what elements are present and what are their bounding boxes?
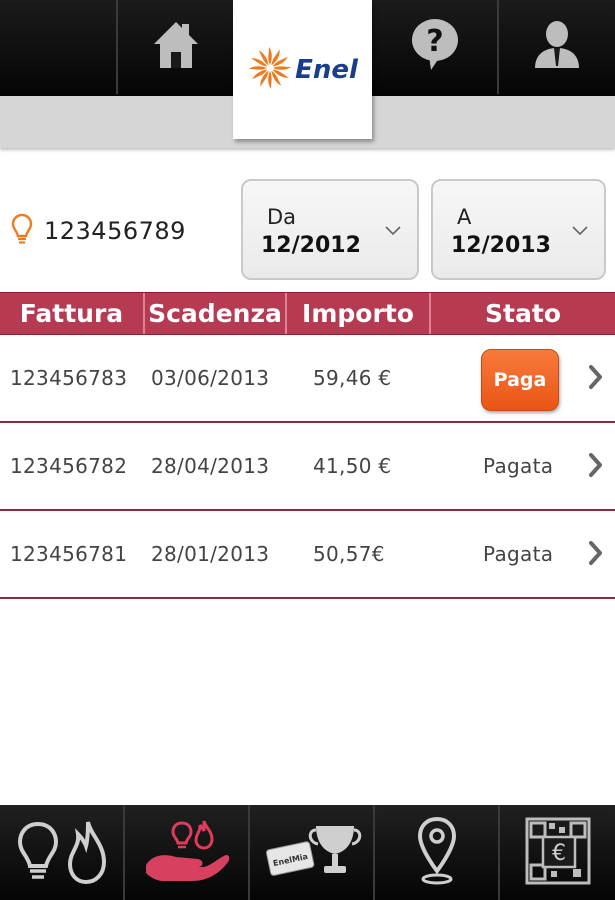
chevron-down-icon <box>385 221 401 240</box>
due-date: 03/06/2013 <box>151 366 270 390</box>
amount: 50,57€ <box>313 542 385 566</box>
table-row[interactable]: 123456781 28/01/2013 50,57€ Pagata <box>0 511 615 599</box>
nav-energy-services-button[interactable] <box>125 805 248 900</box>
supply-number: 123456789 <box>44 217 186 245</box>
status-text: Pagata <box>483 542 554 566</box>
qr-euro-icon: € <box>523 815 593 891</box>
date-from-dropdown[interactable]: Da 12/2012 <box>241 179 419 280</box>
enel-sun-icon <box>247 45 293 95</box>
chevron-right-icon[interactable] <box>588 540 604 570</box>
user-profile-icon <box>531 20 583 74</box>
enelmia-trophy-icon: EnelMia <box>262 818 362 888</box>
due-date: 28/04/2013 <box>151 454 270 478</box>
date-to-dropdown[interactable]: A 12/2013 <box>431 179 606 280</box>
amount: 59,46 € <box>313 366 392 390</box>
date-to-label: A <box>457 205 472 229</box>
nav-locator-button[interactable] <box>375 805 498 900</box>
status-text: Pagata <box>483 454 554 478</box>
column-header-stato: Stato <box>485 299 561 328</box>
table-row[interactable]: 123456782 28/04/2013 41,50 € Pagata <box>0 423 615 511</box>
bulb-and-flame-icon <box>12 816 112 890</box>
table-header: Fattura Scadenza Importo Stato <box>0 292 615 335</box>
invoice-number: 123456781 <box>10 542 128 566</box>
date-to-value: 12/2013 <box>451 233 551 258</box>
date-from-value: 12/2012 <box>261 233 361 258</box>
amount: 41,50 € <box>313 454 392 478</box>
hand-energy-icon <box>142 817 232 889</box>
due-date: 28/01/2013 <box>151 542 270 566</box>
help-bubble-icon: ? <box>409 18 461 76</box>
svg-text:?: ? <box>426 24 443 59</box>
enel-logo-text: Enel <box>295 54 358 85</box>
supply-selector[interactable]: 123456789 <box>10 212 186 250</box>
location-pin-icon <box>415 815 459 891</box>
chevron-right-icon[interactable] <box>588 452 604 482</box>
column-header-scadenza: Scadenza <box>148 299 282 328</box>
chevron-right-icon[interactable] <box>588 364 604 394</box>
nav-enelmia-button[interactable]: EnelMia <box>250 805 373 900</box>
svg-text:€: € <box>552 841 566 866</box>
nav-qr-pay-button[interactable]: € <box>500 805 615 900</box>
pay-button[interactable]: Paga <box>481 349 559 411</box>
enel-logo[interactable]: Enel <box>233 0 372 139</box>
date-from-label: Da <box>267 205 297 229</box>
nav-supply-button[interactable] <box>0 805 123 900</box>
table-row[interactable]: 123456783 03/06/2013 59,46 € Paga <box>0 335 615 423</box>
bottom-nav: EnelMia € <box>0 805 615 900</box>
invoice-number: 123456783 <box>10 366 128 390</box>
column-header-fattura: Fattura <box>19 299 124 328</box>
profile-button[interactable] <box>499 0 615 94</box>
chevron-down-icon <box>572 221 588 240</box>
home-button[interactable] <box>118 0 233 94</box>
lightbulb-icon <box>10 212 34 250</box>
help-button[interactable]: ? <box>372 0 497 94</box>
column-header-importo: Importo <box>302 299 414 328</box>
home-icon <box>152 20 200 74</box>
invoice-number: 123456782 <box>10 454 128 478</box>
